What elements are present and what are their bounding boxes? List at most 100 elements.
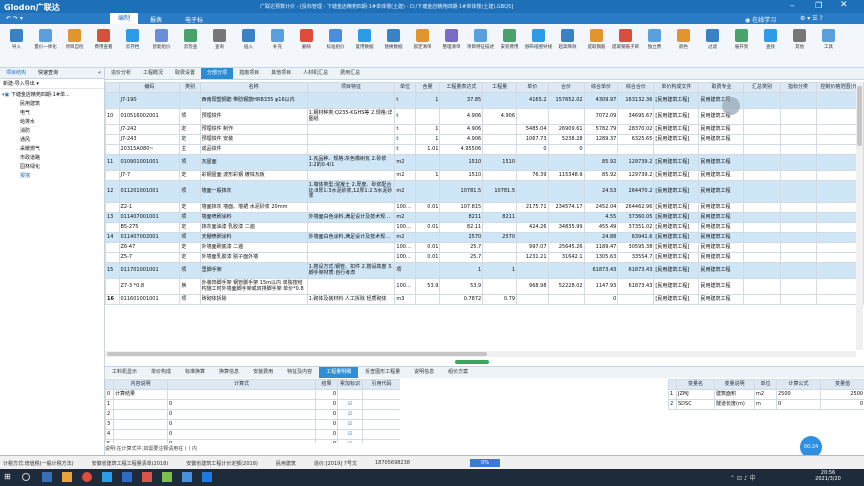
cell-prof[interactable]: 民用建筑工程 <box>698 134 745 145</box>
variable-cell-no[interactable]: 2 <box>668 399 677 410</box>
cell-file[interactable]: [民用建筑工程] <box>653 242 700 253</box>
cell-empty[interactable] <box>743 222 781 233</box>
cell-feat[interactable] <box>306 92 396 109</box>
cell-code[interactable]: 011201001001 <box>118 180 181 203</box>
cell-usum[interactable]: 129739.2 <box>617 170 655 181</box>
cell-prof[interactable]: 民用建筑工程 <box>698 242 745 253</box>
browser-icon[interactable] <box>82 472 92 482</box>
cell-feat[interactable] <box>306 134 396 145</box>
cell-unit[interactable]: 100m2 <box>394 242 416 253</box>
cell-feat[interactable]: 1.钢材种类:Q235-KGHS等 2.规格:详图纸 <box>306 108 396 125</box>
table-row[interactable]: J7-242 定预埋铁件 制作 t 1 4.906 5485.04 26909.61 5782… <box>105 124 864 135</box>
cell-empty[interactable] <box>779 262 817 279</box>
cell-empty[interactable] <box>743 232 781 243</box>
cell-uprice[interactable]: 5782.79 <box>583 124 619 135</box>
ribbon-button-17[interactable]: 安装费用 <box>495 26 524 50</box>
cell-sum[interactable]: 115348.9 <box>547 170 585 181</box>
cell-empty[interactable] <box>743 278 781 295</box>
cell-usum[interactable]: 37360.05 <box>617 212 655 223</box>
table-row[interactable]: Z5-7 定外墙面乳胶漆 腻子面外墙 100m2 0.01 25.7 1231.21 316… <box>105 252 864 263</box>
cell-no[interactable]: 11 <box>105 154 120 171</box>
cell-usum[interactable]: 61873.43 <box>617 278 655 295</box>
column-header[interactable]: 指标分类 <box>779 82 817 93</box>
cell-feat[interactable] <box>306 222 396 233</box>
cell-name[interactable]: 预埋铁件 制作 <box>199 124 308 135</box>
cell-expr[interactable]: 1 <box>439 262 484 279</box>
cell-usum[interactable]: 6325.65 <box>617 134 655 145</box>
cell-amt[interactable] <box>482 242 518 253</box>
cell-name[interactable]: 预埋铁件 安装 <box>199 134 308 145</box>
ribbon-button-6[interactable]: 云检查 <box>176 26 205 50</box>
cell-expr[interactable]: 25.7 <box>439 252 484 263</box>
cell-uprice[interactable]: 4309.97 <box>583 92 619 109</box>
glodon-app-icon[interactable] <box>102 472 112 482</box>
cell-name[interactable]: 瓦屋面 <box>199 154 308 171</box>
ribbon-button-15[interactable]: 整理清单 <box>437 26 466 50</box>
detail-row[interactable]: 4 0 0 ☑ <box>105 429 400 440</box>
cell-expr[interactable]: 4.906 <box>439 134 484 145</box>
cell-expr[interactable]: 37.85 <box>439 92 484 109</box>
cell-amt[interactable]: 4.906 <box>482 108 518 125</box>
cell-uprice[interactable] <box>583 144 619 155</box>
cell-price[interactable] <box>516 212 549 223</box>
cell-uprice[interactable]: 85.92 <box>583 170 619 181</box>
detail-cell-name[interactable]: 计算结果 <box>113 389 168 400</box>
cell-feat[interactable]: 1.瓦品种、规格:灰色橡树瓦 2.砂浆1:2的0.4/1 <box>306 154 396 171</box>
cell-qty[interactable]: 0.01 <box>414 252 441 263</box>
ribbon-button-23[interactable]: 颜色 <box>669 26 698 50</box>
column-header[interactable]: 名称 <box>199 82 308 93</box>
cell-usum[interactable] <box>617 144 655 155</box>
cell-unit[interactable]: t <box>394 92 416 109</box>
detail-row[interactable]: 2 0 0 ☑ <box>105 409 400 420</box>
cell-file[interactable]: [民用建筑工程] <box>653 134 700 145</box>
cell-cat[interactable]: 定 <box>179 202 201 213</box>
cell-uprice[interactable]: 1189.47 <box>583 242 619 253</box>
cell-sum[interactable]: 31642.1 <box>547 252 585 263</box>
ribbon-button-8[interactable]: 插入 <box>234 26 263 50</box>
accumulate-checkbox[interactable]: ☑ <box>337 409 363 420</box>
variable-cell-desc[interactable]: 隧道长度(m) <box>714 399 755 410</box>
clock[interactable]: 20:56 2021/3/20 <box>808 470 848 482</box>
ribbon-button-10[interactable]: 删除 <box>292 26 321 50</box>
cell-empty[interactable] <box>779 108 817 125</box>
settings-icons[interactable]: ⚙ ▾ ☰ ? <box>800 15 823 22</box>
tree-item[interactable]: 给排水 <box>2 118 104 127</box>
cell-feat[interactable]: 1.墙体类型:混凝土 2.厚度、砂浆配合比:8厚1:3水泥砂浆,12厚1:2.5… <box>306 180 396 203</box>
tab-section[interactable]: 分部分项 <box>201 68 234 79</box>
cell-prof[interactable]: 民用建筑工程 <box>698 212 745 223</box>
cell-prof[interactable]: 民用建筑工程 <box>698 222 745 233</box>
variable-cell-unit[interactable]: m2 <box>754 389 777 400</box>
cell-qty[interactable]: 0.01 <box>414 222 441 233</box>
cell-unit[interactable]: 100m2 <box>394 202 416 213</box>
cell-file[interactable]: [民用建筑工程] <box>653 294 700 305</box>
cell-price[interactable]: 424.26 <box>516 222 549 233</box>
cell-prof[interactable]: 民用建筑工程 <box>698 232 745 243</box>
cell-expr[interactable]: 4.95506 <box>439 144 484 155</box>
cell-code[interactable]: 011407002001 <box>118 232 181 243</box>
ribbon-button-9[interactable]: 补充 <box>263 26 292 50</box>
table-row[interactable]: 11 010901001001 项瓦屋面 1.瓦品种、规格:灰色橡树瓦 2.砂浆1:2… <box>105 154 864 171</box>
ribbon-button-4[interactable]: 云存档 <box>118 26 147 50</box>
cell-feat[interactable] <box>306 170 396 181</box>
detail-cell-ref[interactable] <box>362 399 400 410</box>
tab-section[interactable]: 人材机汇总 <box>297 68 334 79</box>
grid-hscrollbar[interactable] <box>105 351 856 357</box>
cell-feat[interactable] <box>306 202 396 213</box>
cell-prof[interactable]: 民用建筑工程 <box>698 124 745 135</box>
tab-section[interactable]: 工程概况 <box>137 68 169 79</box>
cell-no[interactable]: 10 <box>105 108 120 125</box>
cell-usum[interactable]: 63941.6 <box>617 232 655 243</box>
cell-name[interactable]: 西南阳塑钢筋 带肋钢筋HRB335 φ16以内 <box>199 92 308 109</box>
detail-cell-ref[interactable] <box>362 409 400 420</box>
tab-detail[interactable]: 组价方案 <box>441 367 475 378</box>
menu-e-bid[interactable]: 电子标 <box>185 15 203 24</box>
cell-qty[interactable]: 1.01 <box>414 144 441 155</box>
ribbon-button-0[interactable]: 导入 <box>2 26 31 50</box>
cell-unit[interactable]: t <box>394 144 416 155</box>
tree-item[interactable]: 消防 <box>2 127 104 136</box>
cell-amt[interactable] <box>482 222 518 233</box>
ribbon-button-7[interactable]: 查询 <box>205 26 234 50</box>
tree-item[interactable]: 通风 <box>2 136 104 145</box>
cell-unit[interactable]: 100m2 <box>394 222 416 233</box>
cell-expr[interactable]: 2570 <box>439 232 484 243</box>
